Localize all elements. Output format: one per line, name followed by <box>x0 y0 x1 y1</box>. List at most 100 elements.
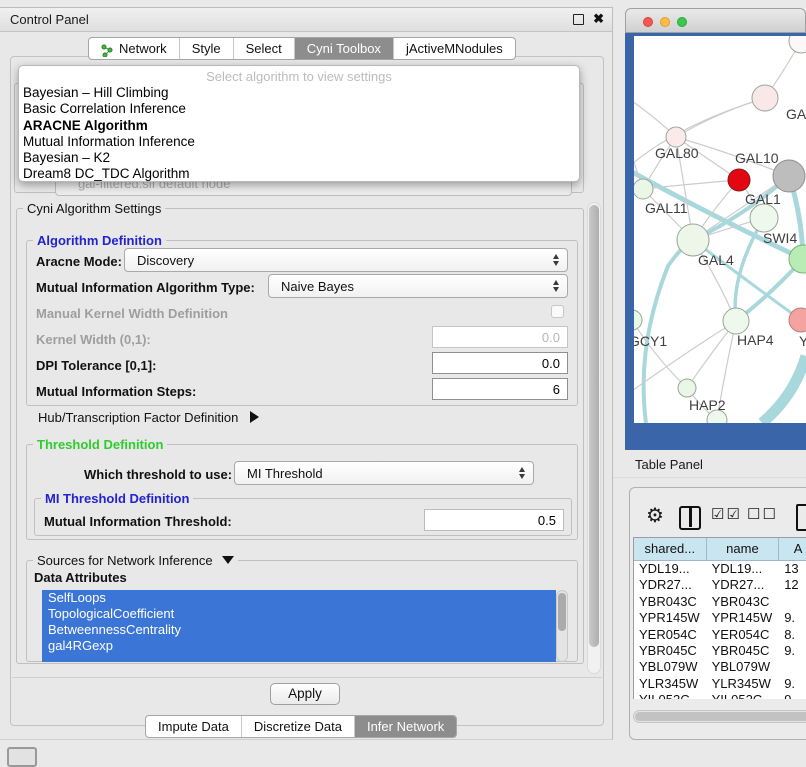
network-node[interactable] <box>728 169 750 191</box>
zoom-traffic-light-icon[interactable] <box>677 17 687 27</box>
network-node-label: GAL1 <box>745 191 781 207</box>
data-attributes-list[interactable]: SelfLoops TopologicalCoefficient Between… <box>42 590 556 662</box>
network-node[interactable] <box>789 36 806 53</box>
tab-infer-network[interactable]: Infer Network <box>355 716 456 737</box>
network-node[interactable] <box>750 204 778 232</box>
minimize-traffic-light-icon[interactable] <box>660 17 670 27</box>
dpi-tolerance-label: DPI Tolerance [0,1]: <box>36 358 156 373</box>
manual-kernel-width-checkbox[interactable] <box>551 305 564 318</box>
table-row[interactable]: YPR145W YPR145W 9. <box>634 610 806 626</box>
column-header-partial[interactable]: A <box>779 538 806 560</box>
aracne-mode-label: Aracne Mode: <box>36 254 122 269</box>
network-node[interactable] <box>634 310 642 330</box>
aracne-mode-select[interactable]: Discovery <box>124 248 568 272</box>
algorithm-option-basic-correlation[interactable]: Basic Correlation Inference <box>19 101 579 117</box>
network-edge[interactable] <box>762 356 806 423</box>
document-icon[interactable] <box>796 504 806 531</box>
settings-scrollbar[interactable] <box>587 202 601 674</box>
algorithm-option-bayesian-k2[interactable]: Bayesian – K2 <box>19 150 579 166</box>
select-all-checkboxes-icon[interactable]: ☑☑ <box>711 505 742 523</box>
cell: YBL079W <box>707 659 780 675</box>
close-icon[interactable]: ✖ <box>593 11 604 27</box>
columns-layout-icon[interactable] <box>679 506 701 530</box>
cell: YPR145W <box>634 610 707 626</box>
tab-cyni-toolbox[interactable]: Cyni Toolbox <box>295 38 394 59</box>
cell: YLR345W <box>634 676 707 692</box>
list-item[interactable]: gal4RGexp <box>42 638 556 654</box>
node-table: shared... name A YDL19... YDL19... 13 YD… <box>633 537 806 699</box>
gear-icon[interactable]: ⚙ <box>646 503 664 528</box>
network-node[interactable] <box>752 85 778 111</box>
column-header-shared-name[interactable]: shared... <box>634 538 707 560</box>
network-node[interactable] <box>634 179 653 199</box>
network-node-label: SWI4 <box>763 230 797 246</box>
aracne-mode-value: Discovery <box>137 253 194 268</box>
network-node-label: GAL80 <box>655 145 699 161</box>
cell: YPR145W <box>707 610 780 626</box>
tab-select[interactable]: Select <box>234 38 295 59</box>
table-horizontal-scrollbar-thumb[interactable] <box>635 712 806 721</box>
hub-definition-toggle[interactable]: Hub/Transcription Factor Definition <box>38 410 259 425</box>
network-node-label: GAL <box>786 106 806 122</box>
network-canvas[interactable]: GALGAL80GAL10GAL1GAL11SWI4GAL4GCY1HAP4YH… <box>634 36 806 423</box>
tab-impute-data[interactable]: Impute Data <box>146 716 242 737</box>
float-window-icon[interactable] <box>573 14 584 25</box>
network-node[interactable] <box>678 379 696 397</box>
tab-network[interactable]: Network <box>89 38 180 59</box>
table-row[interactable]: YER054C YER054C 8. <box>634 627 806 643</box>
table-row[interactable]: YBR045C YBR045C 9. <box>634 643 806 659</box>
table-row[interactable]: YBR043C YBR043C <box>634 594 806 610</box>
table-row[interactable]: YDL19... YDL19... 13 <box>634 561 806 577</box>
network-window-titlebar[interactable] <box>625 8 806 33</box>
which-threshold-value: MI Threshold <box>247 466 323 481</box>
column-header-name[interactable]: name <box>707 538 780 560</box>
control-panel: Control Panel ✖ Network Style Select <box>0 7 613 740</box>
divider <box>12 677 602 678</box>
cell: YBR045C <box>634 643 707 659</box>
dpi-tolerance-input[interactable] <box>432 352 568 374</box>
table-panel-title: Table Panel <box>635 457 703 472</box>
sources-group-title[interactable]: Sources for Network Inference <box>33 553 238 568</box>
list-item[interactable]: BetweennessCentrality <box>42 622 556 638</box>
network-node[interactable] <box>666 127 686 147</box>
mi-steps-input[interactable] <box>432 378 568 400</box>
data-attributes-scrollbar[interactable] <box>556 590 568 662</box>
algorithm-option-mutual-information[interactable]: Mutual Information Inference <box>19 134 579 150</box>
cell: 8. <box>779 627 806 643</box>
mi-algorithm-type-select[interactable]: Naive Bayes <box>268 274 568 298</box>
sources-title-label: Sources for Network Inference <box>37 553 213 568</box>
list-item[interactable]: SelfLoops <box>42 590 556 606</box>
network-icon <box>101 42 114 55</box>
network-node-label: Y <box>799 333 806 349</box>
table-row[interactable]: YDR27... YDR27... 12 <box>634 577 806 593</box>
apply-button[interactable]: Apply <box>270 683 340 705</box>
data-attributes-scrollbar-thumb[interactable] <box>558 593 566 631</box>
list-item[interactable]: TopologicalCoefficient <box>42 606 556 622</box>
algorithm-option-bayesian-hill-climbing[interactable]: Bayesian – Hill Climbing <box>19 85 579 101</box>
deselect-all-checkboxes-icon[interactable]: ☐☐ <box>747 505 778 523</box>
network-node[interactable] <box>723 308 749 334</box>
table-row[interactable]: YIL052C YIL052C 9. <box>634 692 806 699</box>
settings-scrollbar-thumb[interactable] <box>589 205 599 647</box>
table-horizontal-scrollbar[interactable] <box>633 710 806 723</box>
kernel-width-input[interactable] <box>432 326 568 348</box>
tab-jactivemnodules[interactable]: jActiveMNodules <box>394 38 515 59</box>
algorithm-option-aracne[interactable]: ARACNE Algorithm <box>19 118 579 134</box>
table-row[interactable]: YLR345W YLR345W 9. <box>634 676 806 692</box>
algorithm-option-dream8[interactable]: Dream8 DC_TDC Algorithm <box>19 166 579 182</box>
table-row[interactable]: YBL079W YBL079W <box>634 659 806 675</box>
network-node-label: GAL4 <box>698 252 734 268</box>
close-traffic-light-icon[interactable] <box>643 17 653 27</box>
chevron-down-icon <box>222 556 234 564</box>
chevron-right-icon <box>250 411 259 423</box>
which-threshold-select[interactable]: MI Threshold <box>234 461 534 485</box>
cell: YBR045C <box>707 643 780 659</box>
cell: YBR043C <box>707 594 780 610</box>
collapsed-panel-handle[interactable] <box>7 747 37 767</box>
mi-threshold-input[interactable] <box>424 509 564 531</box>
network-edge[interactable] <box>676 98 765 137</box>
tab-discretize-data[interactable]: Discretize Data <box>242 716 355 737</box>
algorithm-definition-title: Algorithm Definition <box>33 233 166 248</box>
tab-infer-network-label: Infer Network <box>367 716 444 737</box>
tab-style[interactable]: Style <box>180 38 234 59</box>
